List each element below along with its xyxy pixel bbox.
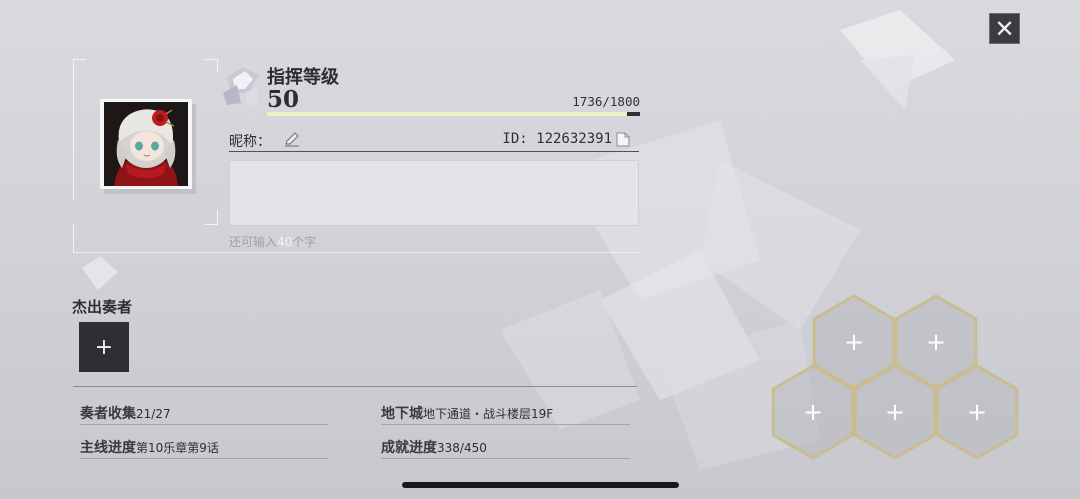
stat-collection-label: 奏者收集: [80, 406, 136, 422]
stat-line: [80, 424, 328, 425]
avatar-frame[interactable]: [100, 99, 192, 189]
copy-icon[interactable]: [616, 132, 630, 147]
plus-icon: +: [94, 334, 114, 360]
nickname-label: 昵称：: [229, 134, 271, 150]
plus-icon: +: [926, 328, 946, 356]
hint-suffix: 个字: [292, 235, 317, 249]
exp-progress-text: 1736/1800: [572, 94, 640, 109]
crystal-icon: [223, 67, 259, 107]
add-player-button[interactable]: +: [79, 322, 129, 372]
stat-achievement: 成就进度338/450: [381, 437, 487, 457]
stat-line: [80, 458, 328, 459]
stat-main-value: 第10乐章第9话: [136, 441, 219, 455]
close-icon: ✕: [994, 14, 1015, 43]
plus-icon: +: [885, 398, 905, 426]
stat-line: [381, 424, 630, 425]
stat-achievement-label: 成就进度: [381, 440, 437, 456]
stat-dungeon: 地下城地下通道・战斗楼层19F: [381, 403, 553, 423]
stat-dungeon-label: 地下城: [381, 406, 423, 422]
nickname-underline: [229, 151, 639, 152]
stat-collection: 奏者收集21/27: [80, 403, 171, 423]
stat-dungeon-value: 地下通道・战斗楼层19F: [423, 407, 554, 421]
stat-main-label: 主线进度: [80, 440, 136, 456]
command-level-value: 50: [267, 86, 300, 113]
stat-main-progress: 主线进度第10乐章第9话: [80, 437, 219, 457]
stats-divider: [73, 386, 637, 387]
exp-progress-fill: [267, 112, 627, 116]
frame-corner-tl: [73, 59, 86, 72]
avatar[interactable]: [104, 102, 188, 186]
avatar-portrait-icon: [104, 102, 188, 186]
hint-prefix: 还可输入: [229, 235, 278, 249]
signature-input[interactable]: [229, 160, 639, 226]
frame-left-line: [73, 59, 74, 199]
exp-progress-bar: [267, 112, 640, 116]
user-id: ID: 122632391: [502, 131, 612, 147]
stat-line: [381, 458, 630, 459]
plus-icon: +: [803, 398, 823, 426]
stat-collection-value: 21/27: [136, 407, 171, 421]
home-indicator: [402, 482, 679, 488]
frame-corner-left: [73, 225, 75, 253]
pencil-icon[interactable]: [284, 131, 300, 147]
signature-char-hint: 还可输入40个字: [229, 233, 316, 250]
stat-achievement-value: 338/450: [437, 441, 487, 455]
profile-separator: [73, 252, 639, 253]
frame-corner-mid: [205, 210, 218, 225]
frame-corner-tr: [205, 59, 218, 72]
plus-icon: +: [967, 398, 987, 426]
plus-icon: +: [844, 328, 864, 356]
hint-count: 40: [277, 235, 293, 249]
close-button[interactable]: ✕: [989, 13, 1020, 44]
badge-hex-grid: + + + + +: [771, 294, 1019, 460]
outstanding-players-title: 杰出奏者: [72, 298, 133, 316]
